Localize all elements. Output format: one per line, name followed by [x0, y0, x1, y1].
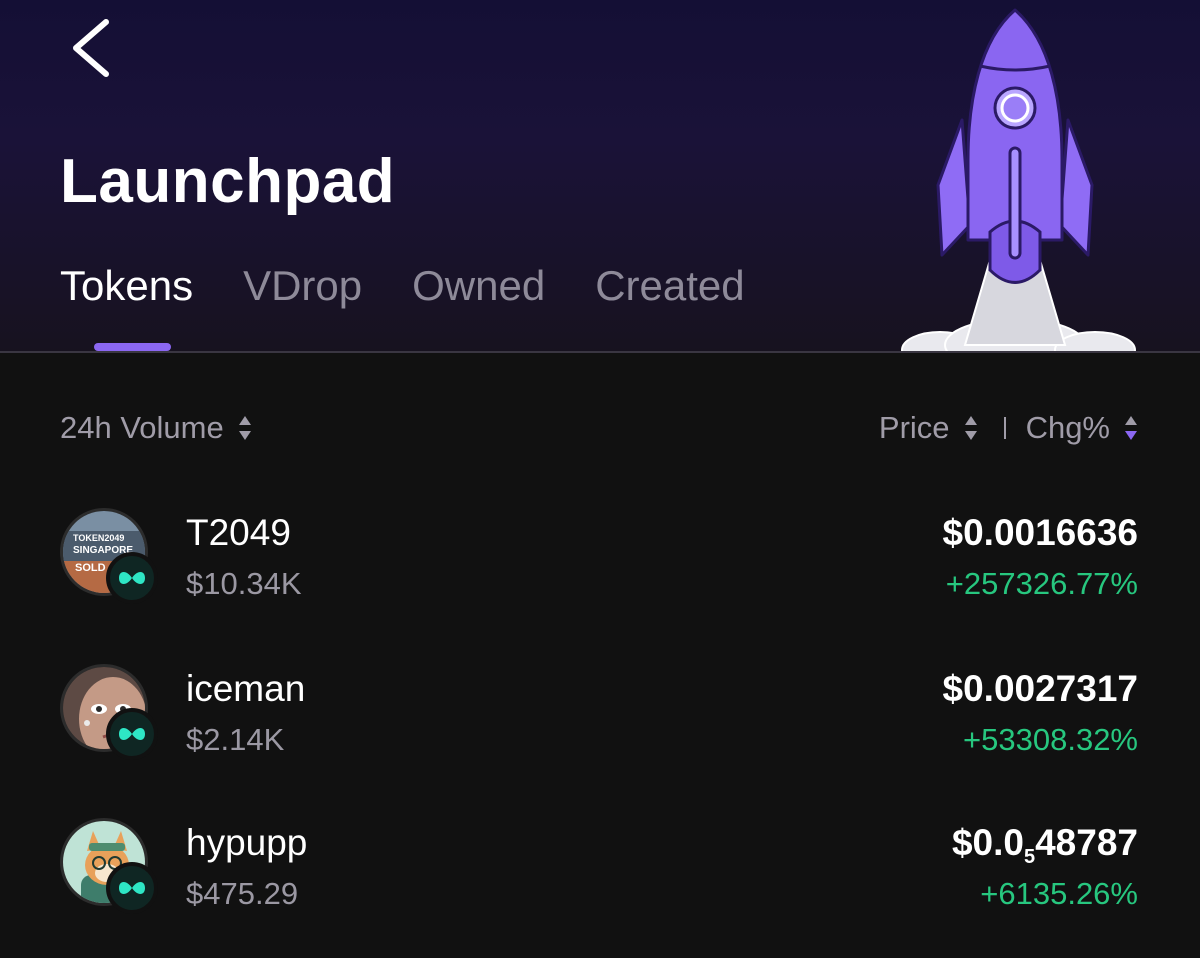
chain-logo-icon	[119, 572, 145, 584]
sort-change-label: Chg%	[1025, 410, 1110, 445]
token-price: $0.0548787	[952, 822, 1138, 869]
tab-created[interactable]: Created	[595, 262, 744, 342]
avatar-text-1: TOKEN2049	[73, 533, 124, 543]
sort-arrows-icon	[238, 416, 251, 440]
token-price: $0.0027317	[942, 668, 1138, 709]
price-prefix: $0.0	[951, 822, 1024, 863]
tab-bar: Tokens VDrop Owned Created	[60, 262, 795, 342]
back-chevron-icon[interactable]	[66, 16, 126, 86]
sort-arrows-active-icon	[1125, 416, 1137, 440]
chain-badge	[106, 862, 158, 914]
sort-separator	[1003, 417, 1006, 439]
tab-owned[interactable]: Owned	[412, 262, 545, 342]
token-price: $0.0016636	[942, 512, 1138, 553]
token-name: iceman	[186, 668, 306, 709]
sort-volume-label: 24h Volume	[60, 410, 224, 445]
token-name: hypupp	[186, 822, 308, 863]
price-suffix: 48787	[1035, 822, 1138, 863]
sort-price-button[interactable]: Price	[879, 410, 978, 446]
token-volume: $10.34K	[186, 566, 302, 601]
rocket-illustration-icon	[901, 8, 1136, 352]
sort-volume-button[interactable]: 24h Volume	[60, 410, 252, 446]
chain-logo-icon	[119, 882, 145, 894]
header-divider	[0, 351, 1200, 353]
price-zero-count: 5	[1023, 846, 1036, 868]
token-change: +53308.32%	[963, 722, 1138, 757]
tab-vdrop[interactable]: VDrop	[243, 262, 362, 342]
sort-change-button[interactable]: Chg%	[1026, 410, 1138, 446]
page-title: Launchpad	[60, 147, 396, 216]
token-volume: $2.14K	[186, 722, 285, 757]
token-row-hypupp[interactable]: hypupp $475.29 $0.0548787 +6135.26%	[0, 818, 1200, 938]
token-change: +257326.77%	[945, 566, 1138, 601]
header-banner: Launchpad Tokens VDrop Owned Created	[0, 0, 1200, 352]
chain-badge	[106, 708, 158, 760]
token-avatar-wrap	[60, 664, 158, 760]
token-avatar-wrap	[60, 818, 158, 914]
token-row-iceman[interactable]: iceman $2.14K $0.0027317 +53308.32%	[0, 664, 1200, 784]
token-name: T2049	[186, 512, 291, 553]
token-change: +6135.26%	[980, 876, 1138, 911]
token-avatar-wrap: TOKEN2049 SINGAPORE SOLD	[60, 508, 158, 604]
avatar-text-3: SOLD	[75, 562, 106, 574]
chain-logo-icon	[119, 728, 145, 740]
token-row-t2049[interactable]: TOKEN2049 SINGAPORE SOLD T2049 $10.34K $…	[0, 508, 1200, 628]
tab-tokens[interactable]: Tokens	[60, 262, 193, 342]
sort-price-label: Price	[878, 410, 950, 445]
chain-badge	[106, 552, 158, 604]
active-tab-indicator	[94, 343, 171, 351]
token-volume: $475.29	[186, 876, 299, 911]
sort-arrows-icon	[964, 416, 977, 440]
sort-bar: 24h Volume Price Chg%	[0, 410, 1200, 456]
